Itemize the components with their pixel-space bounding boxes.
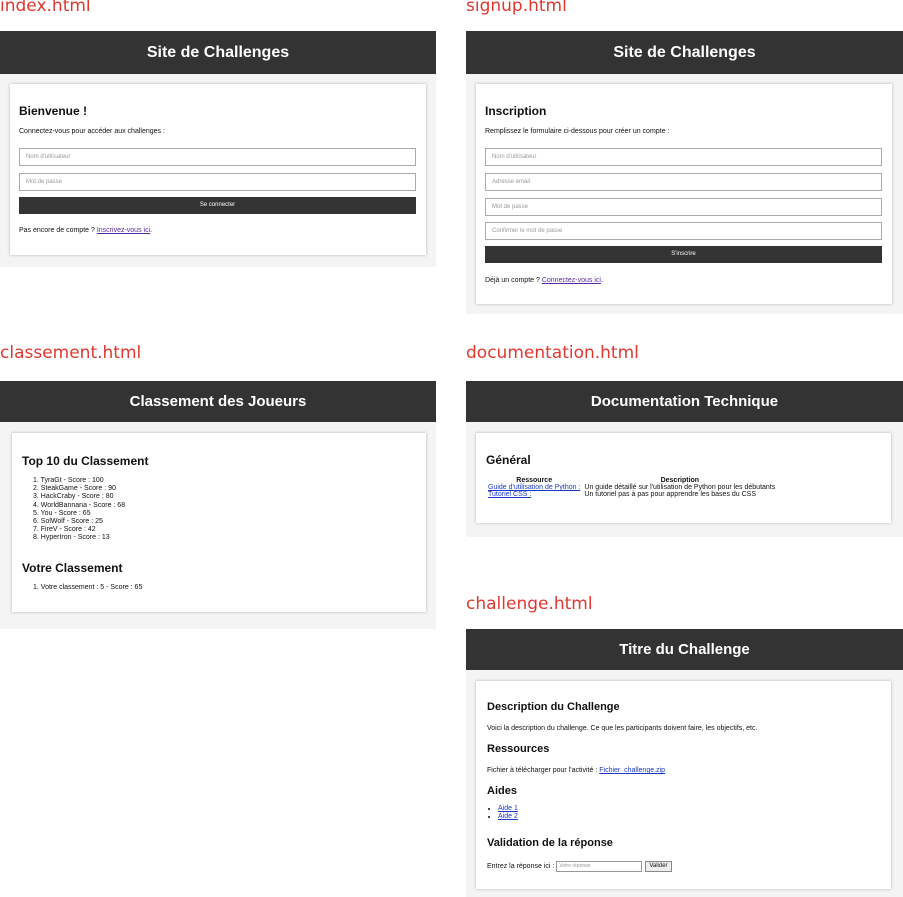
signup-link[interactable]: Inscrivez-vous ici: [97, 227, 150, 234]
resource-description: Un guide détaillé sur l'utilisation de P…: [584, 484, 776, 491]
challenge-card: Description du Challenge Voici la descri…: [476, 681, 891, 889]
login-title: Bienvenue !: [19, 104, 88, 118]
download-link[interactable]: Fichier_challenge.zip: [599, 767, 665, 774]
section-title: Général: [486, 453, 531, 467]
site-header: Site de Challenges: [466, 31, 903, 74]
username-field[interactable]: Nom d'utilisateur: [19, 148, 416, 166]
table-row: Guide d'utilisation de Python : Un guide…: [486, 484, 777, 491]
description-title: Description du Challenge: [487, 701, 620, 713]
resource-link[interactable]: Tutoriel CSS :: [486, 491, 582, 498]
label-documentation: documentation.html: [466, 343, 639, 363]
resources-table: Ressource Description Guide d'utilisatio…: [486, 477, 777, 498]
site-header: Site de Challenges: [0, 31, 436, 74]
classement-header: Classement des Joueurs: [0, 381, 436, 422]
email-field[interactable]: Adresse email: [485, 173, 882, 191]
label-signup: signup.html: [466, 0, 567, 16]
help-list: Aide 1 Aide 2: [486, 805, 518, 821]
help-item: Aide 1: [498, 805, 518, 813]
column-header: Ressource: [516, 477, 553, 484]
signup-page: Site de Challenges Inscription Remplisse…: [466, 31, 903, 314]
help-link[interactable]: Aide 1: [498, 805, 518, 812]
description-text: Voici la description du challenge. Ce qu…: [487, 725, 758, 732]
documentation-header: Documentation Technique: [466, 381, 903, 422]
challenge-page: Titre du Challenge Description du Challe…: [466, 629, 903, 897]
index-page: Site de Challenges Bienvenue ! Connectez…: [0, 31, 436, 267]
login-button[interactable]: Se connecter: [19, 197, 416, 214]
login-card: Bienvenue ! Connectez-vous pour accéder …: [10, 84, 426, 255]
classement-page: Classement des Joueurs Top 10 du Classem…: [0, 381, 436, 629]
help-link[interactable]: Aide 2: [498, 813, 518, 820]
help-item: Aide 2: [498, 813, 518, 821]
signup-title: Inscription: [485, 104, 547, 118]
login-prompt-text: Déjà un compte ?: [485, 277, 540, 284]
ranking-item: 2. SteakGame - Score : 90: [33, 485, 116, 493]
submit-button[interactable]: Valider: [645, 861, 672, 872]
documentation-card: Général Ressource Description Guide d'ut…: [476, 433, 891, 523]
confirm-password-field[interactable]: Confirmer le mot de passe: [485, 222, 882, 240]
label-challenge: challenge.html: [466, 594, 593, 614]
ranking-item: 5. You - Score : 65: [33, 509, 91, 517]
resources-text: Fichier à télécharger pour l'activité : …: [487, 767, 665, 774]
ranking-item: 8. HyperIron - Score : 13: [33, 534, 110, 542]
label-classement: classement.html: [0, 343, 142, 363]
your-ranking-title: Votre Classement: [22, 561, 123, 575]
ranking-item: 6. SolWolf - Score : 25: [33, 518, 103, 526]
login-prompt: Déjà un compte ? Connectez-vous ici.: [485, 277, 603, 284]
table-header-row: Ressource Description: [486, 477, 777, 484]
password-field[interactable]: Mot de passe: [19, 173, 416, 191]
top-ranking-title: Top 10 du Classement: [22, 454, 149, 468]
label-index: index.html: [0, 0, 91, 16]
table-row: Tutoriel CSS : Un tutoriel pas à pas pou…: [486, 491, 777, 498]
ranking-item: 3. HackCraby - Score : 80: [33, 493, 114, 501]
login-link[interactable]: Connectez-vous ici: [542, 277, 601, 284]
login-intro: Connectez-vous pour accéder aux challeng…: [19, 128, 165, 135]
ranking-item: 7. FireV - Score : 42: [33, 526, 96, 534]
answer-input[interactable]: Votre réponse: [556, 861, 643, 872]
resources-label: Fichier à télécharger pour l'activité :: [487, 767, 598, 774]
signup-intro: Remplissez le formulaire ci-dessous pour…: [485, 128, 670, 135]
ranking-item: 4. WorldBannana - Score : 68: [33, 501, 126, 509]
resource-description: Un tutoriel pas à pas pour apprendre les…: [584, 491, 757, 498]
signup-card: Inscription Remplissez le formulaire ci-…: [476, 84, 892, 304]
help-title: Aides: [487, 785, 517, 797]
signup-button[interactable]: S'inscrire: [485, 246, 882, 263]
period: .: [150, 227, 153, 234]
ranking-list: 1. TyraGt - Score : 100 2. SteakGame - S…: [33, 477, 125, 543]
column-header: Description: [660, 477, 700, 484]
answer-label: Entrez la réponse ici :: [487, 863, 555, 870]
signup-prompt: Pas encore de compte ? Inscrivez-vous ic…: [19, 227, 152, 234]
ranking-card: Top 10 du Classement 1. TyraGt - Score :…: [12, 433, 426, 612]
resources-title: Ressources: [487, 743, 550, 755]
signup-prompt-text: Pas encore de compte ?: [19, 227, 95, 234]
your-ranking-item: 1. Votre classement : 5 - Score : 65: [33, 584, 143, 591]
your-ranking-list: 1. Votre classement : 5 - Score : 65: [33, 584, 142, 592]
period: .: [600, 277, 603, 284]
password-field[interactable]: Mot de passe: [485, 198, 882, 216]
ranking-item: 1. TyraGt - Score : 100: [33, 477, 104, 484]
documentation-page: Documentation Technique Général Ressourc…: [466, 381, 903, 537]
username-field[interactable]: Nom d'utilisateur: [485, 148, 882, 166]
validation-title: Validation de la réponse: [487, 837, 613, 849]
challenge-header: Titre du Challenge: [466, 629, 903, 670]
resource-link[interactable]: Guide d'utilisation de Python :: [486, 484, 582, 491]
answer-form: Entrez la réponse ici : Votre réponse Va…: [487, 861, 672, 872]
